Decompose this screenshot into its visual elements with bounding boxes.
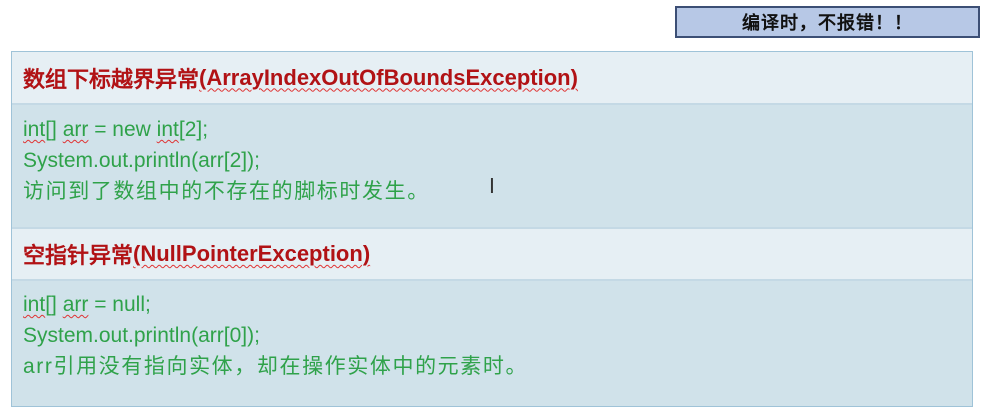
description-line: 访问到了数组中的不存在的脚标时发生。 (23, 180, 430, 203)
compile-note-badge: 编译时，不报错！！ (675, 6, 980, 38)
code-line: System.out.println(arr[2]); (23, 149, 260, 172)
section-title-cn: 空指针异常 (23, 243, 134, 268)
section-body-array-index: int[] arr = new int[2]; System.out.print… (12, 105, 972, 229)
code-line: int[] arr = null; (23, 293, 151, 316)
code-line: System.out.println(arr[0]); (23, 324, 260, 347)
section-title-en: (NullPointerException) (133, 241, 371, 266)
description-line: arr引用没有指向实体，却在操作实体中的元素时。 (23, 355, 529, 378)
slide: 编译时，不报错！！ 数组下标越界异常 (ArrayIndexOutOfBounds… (0, 0, 997, 420)
compile-note-text: 编译时，不报错！！ (742, 13, 913, 33)
text-cursor-icon: I (489, 174, 495, 198)
section-header-null-pointer: 空指针异常 (NullPointerException) (12, 229, 972, 281)
section-body-null-pointer: int[] arr = null; System.out.println(arr… (12, 281, 972, 406)
section-title-cn: 数组下标越界异常 (23, 66, 200, 92)
section-header-array-index: 数组下标越界异常 (ArrayIndexOutOfBoundsException) (12, 52, 972, 105)
code-line: int[] arr = new int[2]; (23, 118, 209, 141)
exception-table: 数组下标越界异常 (ArrayIndexOutOfBoundsException)… (11, 51, 973, 407)
section-title-en: (ArrayIndexOutOfBoundsException) (199, 64, 578, 90)
